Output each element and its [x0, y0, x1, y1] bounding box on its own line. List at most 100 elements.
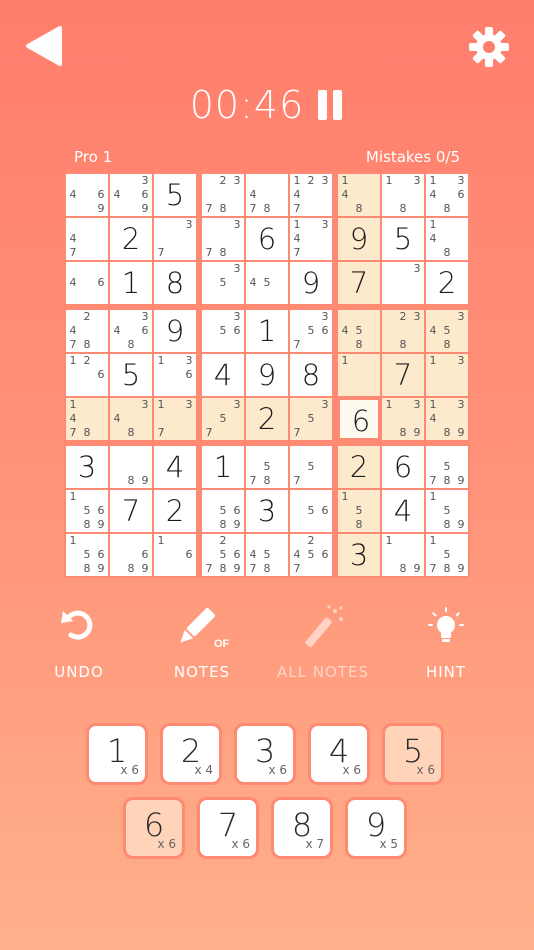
- board-cell[interactable]: 1589: [426, 490, 468, 532]
- board-cell[interactable]: 6: [246, 218, 288, 260]
- board-cell[interactable]: 3: [382, 262, 424, 304]
- board-cell[interactable]: 1 3 4 68: [426, 174, 468, 216]
- board-cell[interactable]: 89: [110, 446, 152, 488]
- board-cell[interactable]: 3 48: [110, 398, 152, 440]
- board-cell[interactable]: 356: [202, 310, 244, 352]
- board-cell[interactable]: 2: [426, 262, 468, 304]
- number-button-2[interactable]: 2x 4: [160, 723, 222, 785]
- board-cell[interactable]: 578: [246, 446, 288, 488]
- board-cell[interactable]: 35: [202, 262, 244, 304]
- number-button-5[interactable]: 5x 6: [382, 723, 444, 785]
- board-cell[interactable]: 5: [110, 354, 152, 396]
- board-cell[interactable]: 2: [154, 490, 196, 532]
- board-cell[interactable]: 4: [382, 490, 424, 532]
- board-cell[interactable]: 23 78: [202, 174, 244, 216]
- board-cell[interactable]: 2: [110, 218, 152, 260]
- settings-button[interactable]: [466, 24, 512, 70]
- board-cell[interactable]: 16: [154, 534, 196, 576]
- undo-button[interactable]: UNDO: [24, 605, 134, 681]
- board-cell[interactable]: 3 78: [202, 218, 244, 260]
- board-cell[interactable]: 689: [110, 534, 152, 576]
- board-cell[interactable]: 1: [338, 354, 380, 396]
- board-cell[interactable]: 47: [66, 218, 108, 260]
- board-cell[interactable]: 15789: [426, 534, 468, 576]
- board-cell[interactable]: 357: [290, 398, 332, 440]
- hint-button[interactable]: HINT: [391, 605, 501, 681]
- board-cell[interactable]: 1 89: [382, 534, 424, 576]
- board-cell[interactable]: 57: [290, 446, 332, 488]
- board-cell[interactable]: 148: [426, 218, 468, 260]
- board-cell[interactable]: 1 3 89: [382, 398, 424, 440]
- board-cell[interactable]: 2: [246, 398, 288, 440]
- board-cell[interactable]: 7: [382, 354, 424, 396]
- board-cell[interactable]: 1478: [66, 398, 108, 440]
- board-cell[interactable]: 2: [338, 446, 380, 488]
- board-cell[interactable]: 5689: [202, 490, 244, 532]
- board-cell[interactable]: 3 4 68: [110, 310, 152, 352]
- board-cell[interactable]: 1: [202, 446, 244, 488]
- board-cell[interactable]: 3: [338, 534, 380, 576]
- board-cell[interactable]: 256 789: [202, 534, 244, 576]
- board-cell[interactable]: 9: [290, 262, 332, 304]
- all-notes-button[interactable]: ALL NOTES: [268, 605, 378, 681]
- board-cell[interactable]: 458: [338, 310, 380, 352]
- board-cell[interactable]: 3 458: [426, 310, 468, 352]
- board-cell[interactable]: 126: [66, 354, 108, 396]
- board-cell[interactable]: 56: [290, 490, 332, 532]
- board-cell[interactable]: 45: [246, 262, 288, 304]
- cell-note: 8: [127, 338, 135, 351]
- board-cell[interactable]: 37: [154, 218, 196, 260]
- board-cell[interactable]: 3: [66, 446, 108, 488]
- board-cell[interactable]: 356 7: [290, 310, 332, 352]
- board-cell[interactable]: 4 69: [66, 174, 108, 216]
- board-cell[interactable]: 23 8: [382, 310, 424, 352]
- board-cell[interactable]: 7: [110, 490, 152, 532]
- board-cell[interactable]: 9: [338, 218, 380, 260]
- board-cell[interactable]: 148: [338, 174, 380, 216]
- board-cell[interactable]: 3 4 69: [110, 174, 152, 216]
- board-cell[interactable]: 2478: [66, 310, 108, 352]
- number-button-8[interactable]: 8x 7: [271, 797, 333, 859]
- board-cell[interactable]: 4578: [246, 534, 288, 576]
- board-cell[interactable]: 46: [66, 262, 108, 304]
- board-cell[interactable]: 1: [246, 310, 288, 352]
- board-cell[interactable]: 5: [154, 174, 196, 216]
- board-cell[interactable]: 1 36: [154, 354, 196, 396]
- board-cell[interactable]: 3: [246, 490, 288, 532]
- pencil-icon: OFF: [180, 608, 230, 649]
- board-cell[interactable]: 5789: [426, 446, 468, 488]
- board-cell[interactable]: 6: [338, 398, 380, 440]
- board-cell[interactable]: 1 3 47: [290, 218, 332, 260]
- board-cell[interactable]: 2456 7: [290, 534, 332, 576]
- board-cell[interactable]: 5: [382, 218, 424, 260]
- number-button-6[interactable]: 6x 6: [123, 797, 185, 859]
- board-cell[interactable]: 1 3 8: [382, 174, 424, 216]
- board-cell[interactable]: 1: [110, 262, 152, 304]
- board-cell[interactable]: 9: [154, 310, 196, 352]
- board-cell[interactable]: 4: [154, 446, 196, 488]
- board-cell[interactable]: 4: [202, 354, 244, 396]
- board-cell[interactable]: 1 3 7: [154, 398, 196, 440]
- board-cell[interactable]: 15689: [66, 490, 108, 532]
- board-cell[interactable]: 7: [338, 262, 380, 304]
- pause-button[interactable]: [318, 89, 344, 120]
- cell-note: 4: [429, 232, 437, 245]
- board-cell[interactable]: 8: [290, 354, 332, 396]
- board-cell[interactable]: 6: [382, 446, 424, 488]
- number-button-9[interactable]: 9x 5: [345, 797, 407, 859]
- board-cell[interactable]: 15689: [66, 534, 108, 576]
- number-button-7[interactable]: 7x 6: [197, 797, 259, 859]
- board-cell[interactable]: 478: [246, 174, 288, 216]
- back-button[interactable]: [24, 24, 64, 68]
- number-button-1[interactable]: 1x 6: [86, 723, 148, 785]
- board-cell[interactable]: 13: [426, 354, 468, 396]
- board-cell[interactable]: 357: [202, 398, 244, 440]
- board-cell[interactable]: 158: [338, 490, 380, 532]
- number-button-4[interactable]: 4x 6: [308, 723, 370, 785]
- board-cell[interactable]: 9: [246, 354, 288, 396]
- board-cell[interactable]: 123 47: [290, 174, 332, 216]
- notes-button[interactable]: OFF NOTES: [147, 605, 257, 681]
- number-button-3[interactable]: 3x 6: [234, 723, 296, 785]
- board-cell[interactable]: 8: [154, 262, 196, 304]
- board-cell[interactable]: 1 3 489: [426, 398, 468, 440]
